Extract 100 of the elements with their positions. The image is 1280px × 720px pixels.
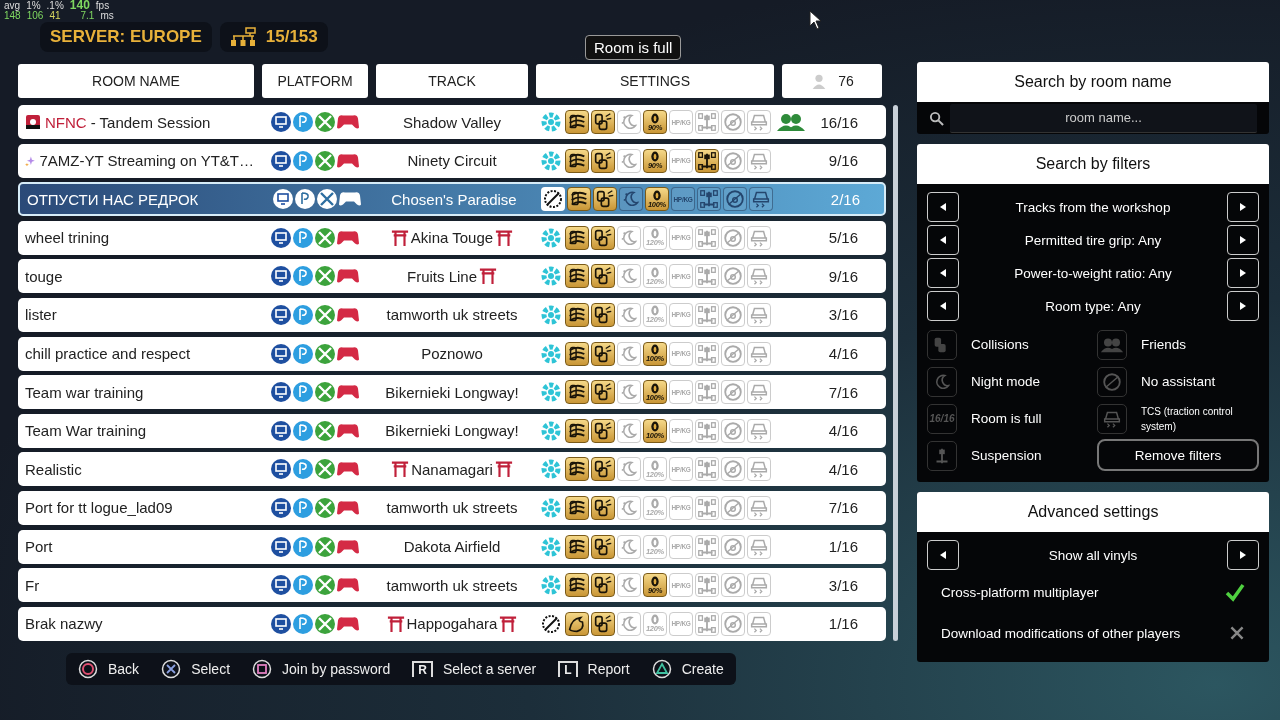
stat-value: 41 (49, 11, 61, 21)
next-button[interactable] (1227, 192, 1259, 222)
remove-filters-button[interactable]: Remove filters (1097, 439, 1259, 471)
column-header[interactable]: PLATFORM (262, 64, 368, 98)
playstation-icon (292, 226, 314, 249)
scrollbar[interactable] (893, 105, 898, 641)
hint-button[interactable]: Create (651, 659, 724, 679)
collision-icon (591, 457, 615, 482)
filter-selector[interactable]: Room type: Any (1045, 298, 1141, 314)
pc-icon (270, 458, 292, 481)
gamepad-icon (336, 614, 360, 633)
playstation-icon (292, 574, 314, 597)
player-count: 2/16 (830, 190, 860, 208)
stat-label: avg (4, 1, 21, 11)
next-button[interactable] (1227, 225, 1259, 255)
tcs-icon (747, 148, 771, 173)
stat-value: 106 (26, 11, 44, 21)
gamepad-icon (336, 228, 360, 247)
filter-toggle[interactable]: Friends (1097, 328, 1259, 361)
drift-icon (565, 418, 589, 443)
pc-icon (270, 535, 292, 558)
filter-toggle[interactable]: Collisions (927, 328, 1089, 361)
collision-icon (591, 302, 615, 327)
tcs-icon (747, 418, 771, 443)
drift-icon (565, 534, 589, 559)
drift-icon (567, 187, 591, 212)
night-icon (617, 495, 641, 520)
assistant-icon (721, 264, 745, 289)
filter-toggle[interactable]: Night mode (927, 365, 1089, 398)
stat-label: 1% (26, 1, 41, 11)
collision-icon (593, 187, 617, 212)
hint-button[interactable]: Select (161, 659, 231, 679)
night-icon (617, 148, 641, 173)
playstation-icon (292, 535, 314, 558)
filter-toggle[interactable]: TCS (traction control system) (1097, 402, 1259, 435)
check-icon[interactable] (1225, 582, 1245, 602)
drift-icon (565, 264, 589, 289)
hint-button[interactable]: R Select a server (412, 661, 537, 677)
room-name: Realistic (25, 460, 82, 478)
pc-icon (270, 381, 292, 404)
filter-toggle[interactable]: 16/16 Room is full (927, 402, 1089, 435)
xbox-icon (314, 265, 336, 288)
assistant-icon (721, 457, 745, 482)
tcs-icon (747, 534, 771, 559)
room-name: touge (25, 267, 63, 285)
room-name: - Tandem Session (90, 113, 211, 131)
right-arrow-icon (1238, 550, 1248, 560)
hint-button[interactable]: Back (78, 659, 140, 679)
next-button[interactable] (1227, 540, 1259, 570)
tcs-icon (747, 457, 771, 482)
previous-button[interactable] (927, 225, 959, 255)
server-badge[interactable]: SERVER: EUROPE (40, 22, 212, 52)
pc-icon (270, 342, 292, 365)
vinyl-selector[interactable]: Show all vinyls (1048, 547, 1138, 563)
gear-wrench-icon (541, 187, 565, 212)
filter-toggle[interactable]: No assistant (1097, 365, 1259, 398)
player-count: 4/16 (828, 460, 858, 478)
night-icon (617, 418, 641, 443)
playstation-icon (292, 419, 314, 442)
xbox-icon (314, 342, 336, 365)
previous-button[interactable] (927, 258, 959, 288)
drift-icon (565, 225, 589, 250)
panel-title: Search by filters (917, 144, 1269, 184)
collision-icon (591, 611, 615, 636)
night-icon (927, 366, 957, 397)
column-header[interactable]: 76 (782, 64, 882, 98)
cross-icon[interactable] (1229, 625, 1245, 641)
xbox-icon (314, 381, 336, 404)
filter-toggle[interactable]: Suspension (927, 439, 1089, 472)
column-header[interactable]: SETTINGS (536, 64, 774, 98)
assistant-icon (721, 573, 745, 598)
night-icon (617, 573, 641, 598)
previous-button[interactable] (927, 540, 959, 570)
playstation-icon (292, 111, 314, 133)
suspension-icon (927, 440, 957, 471)
next-button[interactable] (1227, 291, 1259, 321)
search-field[interactable]: room name... (950, 103, 1257, 133)
playstation-icon (294, 188, 316, 211)
drift-icon (565, 573, 589, 598)
hint-button[interactable]: L Report (558, 661, 630, 677)
track-name: tamworth uk streets (386, 306, 518, 324)
previous-button[interactable] (927, 192, 959, 222)
hint-button[interactable]: Join by password (252, 659, 391, 679)
xbox-icon (314, 458, 336, 481)
column-header[interactable]: TRACK (376, 64, 528, 98)
filter-selector[interactable]: Permitted tire grip: Any (1024, 232, 1162, 248)
night-icon (617, 457, 641, 482)
collision-icon (591, 418, 615, 443)
column-header[interactable]: ROOM NAME (18, 64, 254, 98)
room-name: Brak nazwy (25, 615, 103, 633)
pc-icon (270, 265, 292, 288)
filter-selector[interactable]: Power-to-weight ratio: Any (1014, 265, 1172, 281)
previous-button[interactable] (927, 291, 959, 321)
filter-selector[interactable]: Tracks from the workshop (1015, 199, 1171, 215)
tcs-icon (747, 110, 771, 134)
track-name: Shadow Valley (402, 113, 502, 131)
tcs-icon (747, 380, 771, 405)
next-button[interactable] (1227, 258, 1259, 288)
room-name: Team War training (25, 422, 147, 440)
track-name: Bikernieki Longway! (385, 422, 519, 440)
